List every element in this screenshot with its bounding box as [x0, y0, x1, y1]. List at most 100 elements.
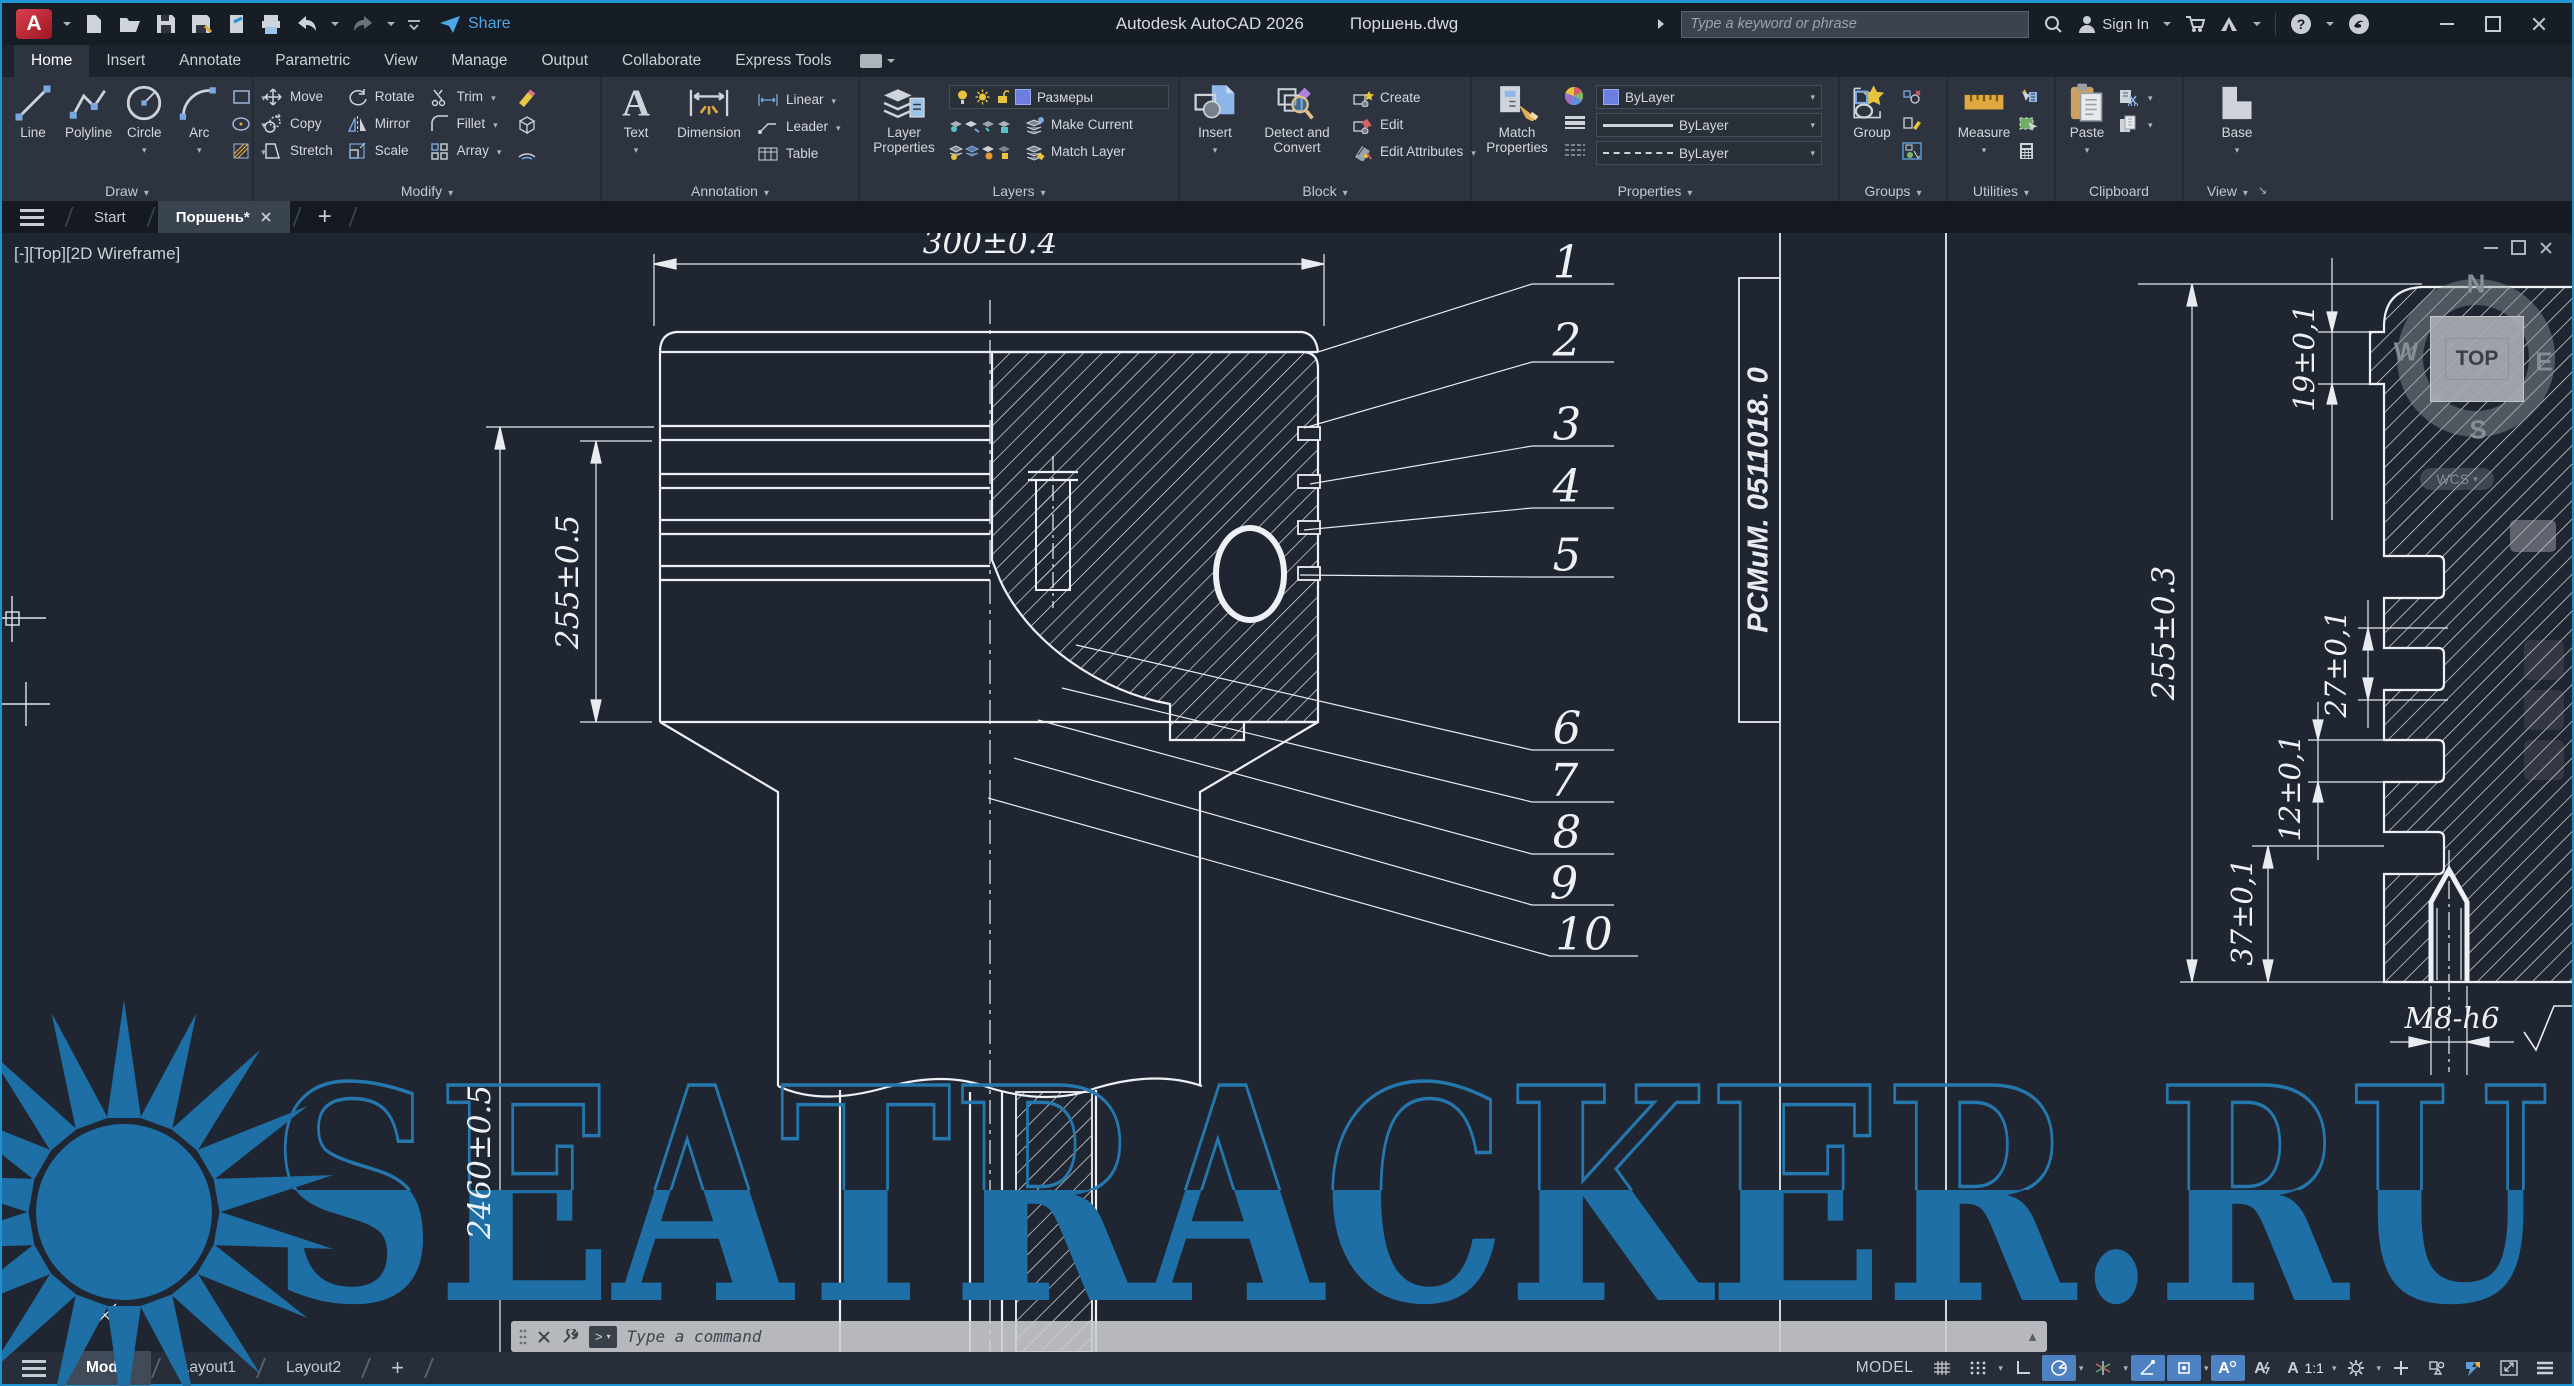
workspace-caret-icon[interactable]: ▾: [2375, 1363, 2382, 1374]
drawing-canvas[interactable]: [2, 230, 2572, 1352]
minimize-button[interactable]: [2424, 9, 2470, 39]
command-customize-icon[interactable]: [561, 1329, 579, 1345]
lineweight-dropdown[interactable]: ByLayer ▾: [1596, 113, 1822, 137]
workspace-switcher[interactable]: [2339, 1355, 2373, 1381]
hatch-tool-icon[interactable]: [231, 141, 253, 161]
status-customize-button[interactable]: [2384, 1355, 2418, 1381]
lineweight-list-icon[interactable]: [1563, 115, 1587, 131]
maximize-button[interactable]: [2470, 9, 2516, 39]
properties-panel-label[interactable]: Properties: [1472, 180, 1838, 201]
search-input[interactable]: [1681, 11, 2029, 38]
erase-button[interactable]: [515, 85, 539, 108]
text-caret-icon[interactable]: [634, 141, 639, 156]
circle-flyout-caret-icon[interactable]: [142, 141, 147, 156]
quick-calculator-icon[interactable]: [2018, 142, 2036, 160]
polyline-button[interactable]: Polyline: [65, 82, 112, 140]
arc-button[interactable]: Arc: [176, 82, 222, 156]
viewcube-top-face[interactable]: TOP: [2430, 316, 2524, 402]
tab-start[interactable]: Start: [76, 201, 144, 233]
osnap-caret-icon[interactable]: ▾: [2203, 1363, 2210, 1374]
offset-button[interactable]: [515, 139, 539, 162]
snap-toggle[interactable]: [1961, 1355, 1995, 1381]
tab-manage[interactable]: Manage: [434, 45, 524, 77]
arc-flyout-caret-icon[interactable]: [197, 141, 202, 156]
autodesk-caret-icon[interactable]: [2253, 22, 2261, 30]
status-menu-icon[interactable]: [2528, 1355, 2562, 1381]
viewcube-west[interactable]: W: [2394, 337, 2419, 368]
object-snap-toggle[interactable]: [2167, 1355, 2201, 1381]
rotate-button[interactable]: Rotate: [347, 85, 415, 108]
help-caret-icon[interactable]: [2326, 22, 2334, 30]
viewport-minimize-icon[interactable]: [2484, 247, 2498, 249]
detect-convert-button[interactable]: Detect and Convert: [1251, 82, 1343, 155]
copy-clip-icon[interactable]: [2118, 115, 2140, 133]
new-file-icon[interactable]: [82, 12, 106, 36]
linear-button[interactable]: Linear: [756, 88, 841, 111]
viewcube-east[interactable]: E: [2535, 347, 2552, 378]
viewcube-south[interactable]: S: [2469, 415, 2486, 446]
insert-button[interactable]: Insert: [1188, 82, 1242, 156]
search-icon[interactable]: [2043, 14, 2063, 34]
sign-in-button[interactable]: Sign In: [2077, 14, 2149, 34]
tab-model[interactable]: Model: [66, 1351, 151, 1385]
isodraft-toggle[interactable]: [2086, 1355, 2120, 1381]
tab-view[interactable]: View: [367, 45, 434, 77]
base-button[interactable]: Base: [2211, 82, 2263, 156]
command-history-icon[interactable]: ▲: [2026, 1329, 2039, 1344]
leader-caret-icon[interactable]: [834, 119, 841, 134]
redo-caret-icon[interactable]: [387, 22, 395, 30]
fillet-button[interactable]: Fillet: [429, 112, 502, 135]
layout-menu-icon[interactable]: [2, 1360, 66, 1377]
scale-caret-icon[interactable]: ▾: [2331, 1363, 2338, 1374]
feedback-icon[interactable]: [2348, 13, 2370, 35]
app-menu-caret-icon[interactable]: [63, 22, 71, 30]
tab-layout1[interactable]: Layout1: [161, 1351, 256, 1385]
copy-clip-caret-icon[interactable]: [2146, 116, 2153, 131]
file-tabs-menu-icon[interactable]: [2, 201, 62, 233]
save-as-icon[interactable]: [189, 12, 215, 36]
copy-button[interactable]: Copy: [262, 112, 333, 135]
color-wheel-icon[interactable]: [1563, 85, 1587, 107]
paste-button[interactable]: Paste: [2064, 82, 2110, 156]
array-button[interactable]: Array: [429, 139, 502, 162]
wcs-dropdown[interactable]: WCS▾: [2420, 468, 2494, 490]
rectangle-tool-icon[interactable]: [231, 87, 253, 107]
close-button[interactable]: [2516, 9, 2562, 39]
object-snap-tracking-toggle[interactable]: [2131, 1355, 2165, 1381]
ungroup-icon[interactable]: [1902, 89, 1922, 105]
search-expand-icon[interactable]: [1655, 17, 1667, 31]
mirror-button[interactable]: Mirror: [347, 112, 415, 135]
tab-annotate[interactable]: Annotate: [162, 45, 258, 77]
annotation-scale-button[interactable]: A1:1: [2283, 1355, 2328, 1381]
group-button[interactable]: Group: [1848, 82, 1896, 140]
utilities-panel-label[interactable]: Utilities: [1948, 180, 2054, 201]
model-space-label[interactable]: MODEL: [1856, 1359, 1914, 1377]
isodraft-caret-icon[interactable]: ▾: [2122, 1363, 2129, 1374]
command-close-icon[interactable]: [537, 1330, 551, 1344]
array-caret-icon[interactable]: [495, 143, 502, 158]
tab-parametric[interactable]: Parametric: [258, 45, 367, 77]
make-current-button[interactable]: Make Current: [949, 113, 1170, 136]
insert-caret-icon[interactable]: [1213, 141, 1218, 156]
layer-dropdown[interactable]: Размеры: [949, 85, 1169, 109]
navbar-tool[interactable]: [2510, 520, 2556, 552]
tab-home[interactable]: Home: [14, 45, 89, 77]
match-layer-button[interactable]: Match Layer: [949, 140, 1170, 163]
tab-output[interactable]: Output: [524, 45, 605, 77]
edit-attributes-button[interactable]: Edit Attributes: [1352, 140, 1476, 163]
command-grip-icon[interactable]: [519, 1328, 527, 1346]
qat-customize-icon[interactable]: [406, 16, 422, 32]
redo-icon[interactable]: [350, 13, 376, 35]
ribbon-display-toggle[interactable]: [848, 45, 907, 77]
command-input[interactable]: Type a command: [627, 1327, 762, 1346]
annotation-visibility-toggle[interactable]: A: [2211, 1355, 2245, 1381]
snap-caret-icon[interactable]: ▾: [1997, 1363, 2004, 1374]
ellipse-tool-icon[interactable]: [231, 114, 253, 134]
viewport-restore-icon[interactable]: [2511, 240, 2526, 255]
undo-caret-icon[interactable]: [331, 22, 339, 30]
measure-button[interactable]: Measure: [1956, 82, 2012, 156]
modify-panel-label[interactable]: Modify: [254, 180, 600, 201]
trim-button[interactable]: Trim: [429, 85, 502, 108]
linetype-list-icon[interactable]: [1563, 143, 1587, 157]
color-dropdown[interactable]: ByLayer ▾: [1596, 85, 1822, 109]
